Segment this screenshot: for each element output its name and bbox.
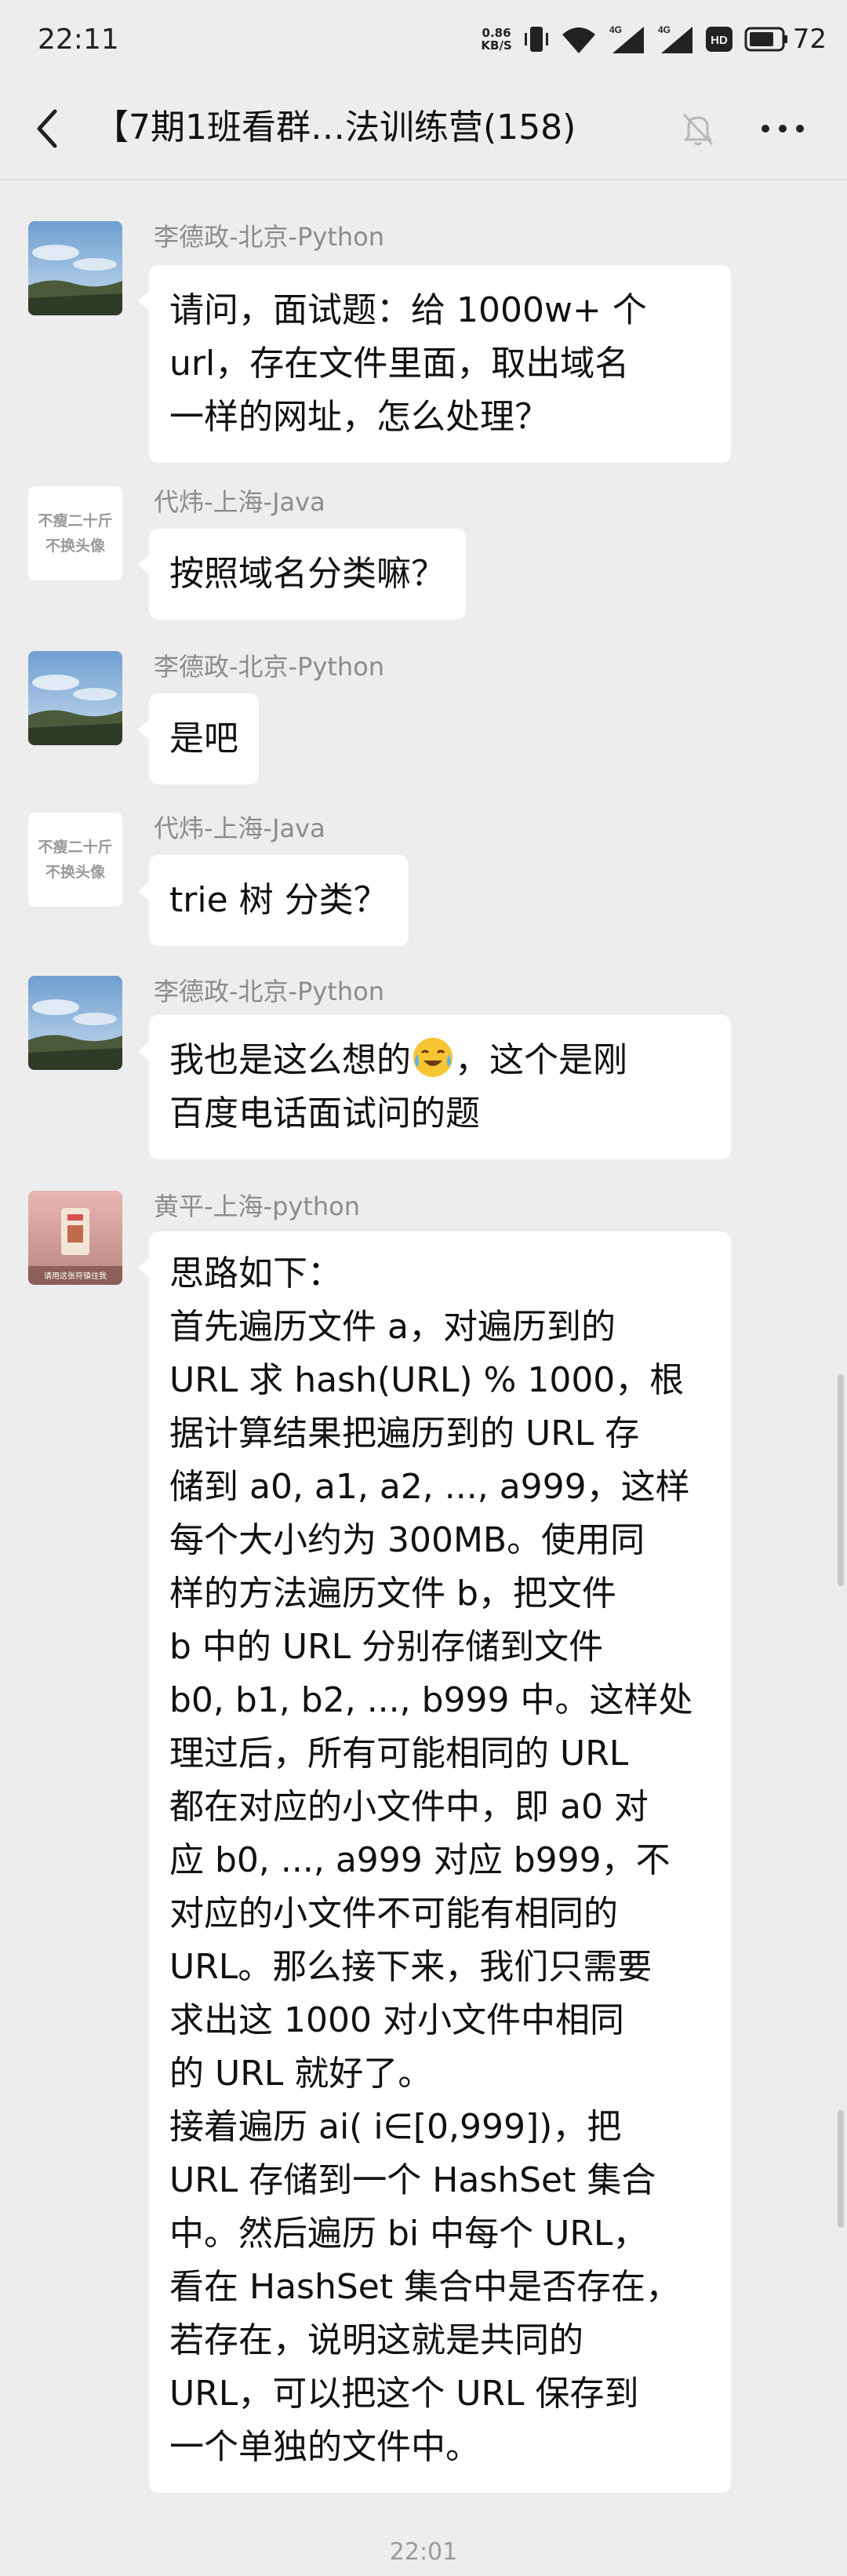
avatar[interactable]: 不瘦二十斤 不换头像: [28, 813, 122, 907]
message-bubble[interactable]: 按照域名分类嘛？: [138, 529, 466, 620]
message-item: 李德政-北京-Python 我也是这么想的 ，这个是刚 百度电话面试问的题: [0, 976, 847, 1164]
message-bubble[interactable]: trie 树 分类？: [138, 855, 409, 946]
message-text: 按照域名分类嘛？: [169, 554, 445, 594]
vibrate-icon: [524, 27, 548, 52]
message-bubble[interactable]: 请问，面试题：给 1000w+ 个 url，存在文件里面，取出域名 一样的网址，…: [138, 265, 731, 463]
network-speed-unit: KB/S: [481, 38, 512, 53]
more-icon[interactable]: [751, 102, 814, 155]
wifi-icon: [562, 27, 595, 53]
signal-icon-2: 4G: [658, 24, 693, 53]
signal-icon-1: 4G: [609, 24, 644, 53]
sender-name: 黄平-上海-python: [154, 1192, 361, 1221]
sender-name: 代炜-上海-Java: [154, 813, 325, 843]
status-time: 22:11: [38, 24, 119, 56]
network-speed: 0.86 KB/S: [481, 27, 511, 52]
message-item: 李德政-北京-Python 请问，面试题：给 1000w+ 个 url，存在文件…: [0, 221, 847, 464]
avatar[interactable]: [28, 651, 122, 745]
message-text: trie 树 分类？: [169, 880, 388, 920]
message-item: 李德政-北京-Python 是吧: [0, 651, 847, 788]
message-bubble[interactable]: 思路如下： 首先遍历文件 a，对遍历到的 URL 求 hash(URL) % 1…: [138, 1232, 731, 2493]
message-text: 我也是这么想的 ，这个是刚 百度电话面试问的题: [169, 1034, 711, 1141]
message-text: 是吧: [169, 719, 238, 759]
network-speed-value: 0.86: [482, 26, 511, 40]
status-icons: 0.86 KB/S 4G 4G HD 72: [481, 20, 827, 58]
message-text: 请问，面试题：给 1000w+ 个 url，存在文件里面，取出域名 一样的网址，…: [169, 290, 647, 437]
chat-title: 【7期1班看群…法训练营(158): [94, 107, 576, 147]
landscape-photo-avatar: [28, 651, 122, 745]
battery-level: 72: [792, 24, 827, 55]
svg-text:4G: 4G: [658, 24, 671, 35]
svg-text:4G: 4G: [609, 24, 622, 35]
message-text: 思路如下： 首先遍历文件 a，对遍历到的 URL 求 hash(URL) % 1…: [169, 1253, 693, 2467]
avatar[interactable]: 不瘦二十斤 不换头像: [28, 486, 122, 580]
status-bar: 22:11 0.86 KB/S 4G 4G HD 72: [0, 0, 847, 78]
avatar-text-line-2: 不换头像: [45, 864, 105, 881]
back-icon[interactable]: [24, 97, 71, 160]
chat-header: 【7期1班看群…法训练营(158): [0, 78, 847, 180]
message-text-part: 我也是这么想的: [169, 1040, 411, 1080]
avatar-text-line-2: 不换头像: [45, 537, 105, 555]
svg-text:请用这张符镇住我: 请用这张符镇住我: [44, 1271, 107, 1281]
avatar[interactable]: [28, 221, 122, 315]
svg-text:HD: HD: [711, 34, 728, 47]
message-item: 不瘦二十斤 不换头像 代炜-上海-Java trie 树 分类？: [0, 813, 847, 950]
avatar[interactable]: 请用这张符镇住我: [28, 1191, 122, 1285]
scrollbar-segment: [838, 2110, 844, 2228]
avatar-text-line-1: 不瘦二十斤: [38, 839, 113, 856]
sender-name: 代炜-上海-Java: [154, 487, 325, 517]
battery-icon: [744, 27, 787, 52]
landscape-photo-avatar: [28, 976, 122, 1070]
message-item: 不瘦二十斤 不换头像 代炜-上海-Java 按照域名分类嘛？: [0, 486, 847, 624]
scrollbar[interactable]: [838, 1374, 844, 1586]
talisman-photo-avatar: 请用这张符镇住我: [28, 1191, 122, 1285]
sender-name: 李德政-北京-Python: [154, 977, 385, 1006]
sender-name: 李德政-北京-Python: [154, 222, 385, 252]
avatar-text-line-1: 不瘦二十斤: [38, 512, 113, 529]
message-timestamp: 22:01: [389, 2538, 458, 2566]
message-item: 请用这张符镇住我 黄平-上海-python 思路如下： 首先遍历文件 a，对遍历…: [0, 1191, 847, 2493]
mute-icon: [682, 113, 714, 146]
message-bubble[interactable]: 我也是这么想的 ，这个是刚 百度电话面试问的题: [138, 1015, 731, 1159]
crying-laughing-emoji-icon: [413, 1038, 453, 1077]
battery: 72: [744, 24, 827, 55]
landscape-photo-avatar: [28, 221, 122, 315]
hd-icon: HD: [705, 27, 732, 52]
sender-name: 李德政-北京-Python: [154, 652, 385, 682]
message-bubble[interactable]: 是吧: [138, 693, 259, 784]
avatar[interactable]: [28, 976, 122, 1070]
